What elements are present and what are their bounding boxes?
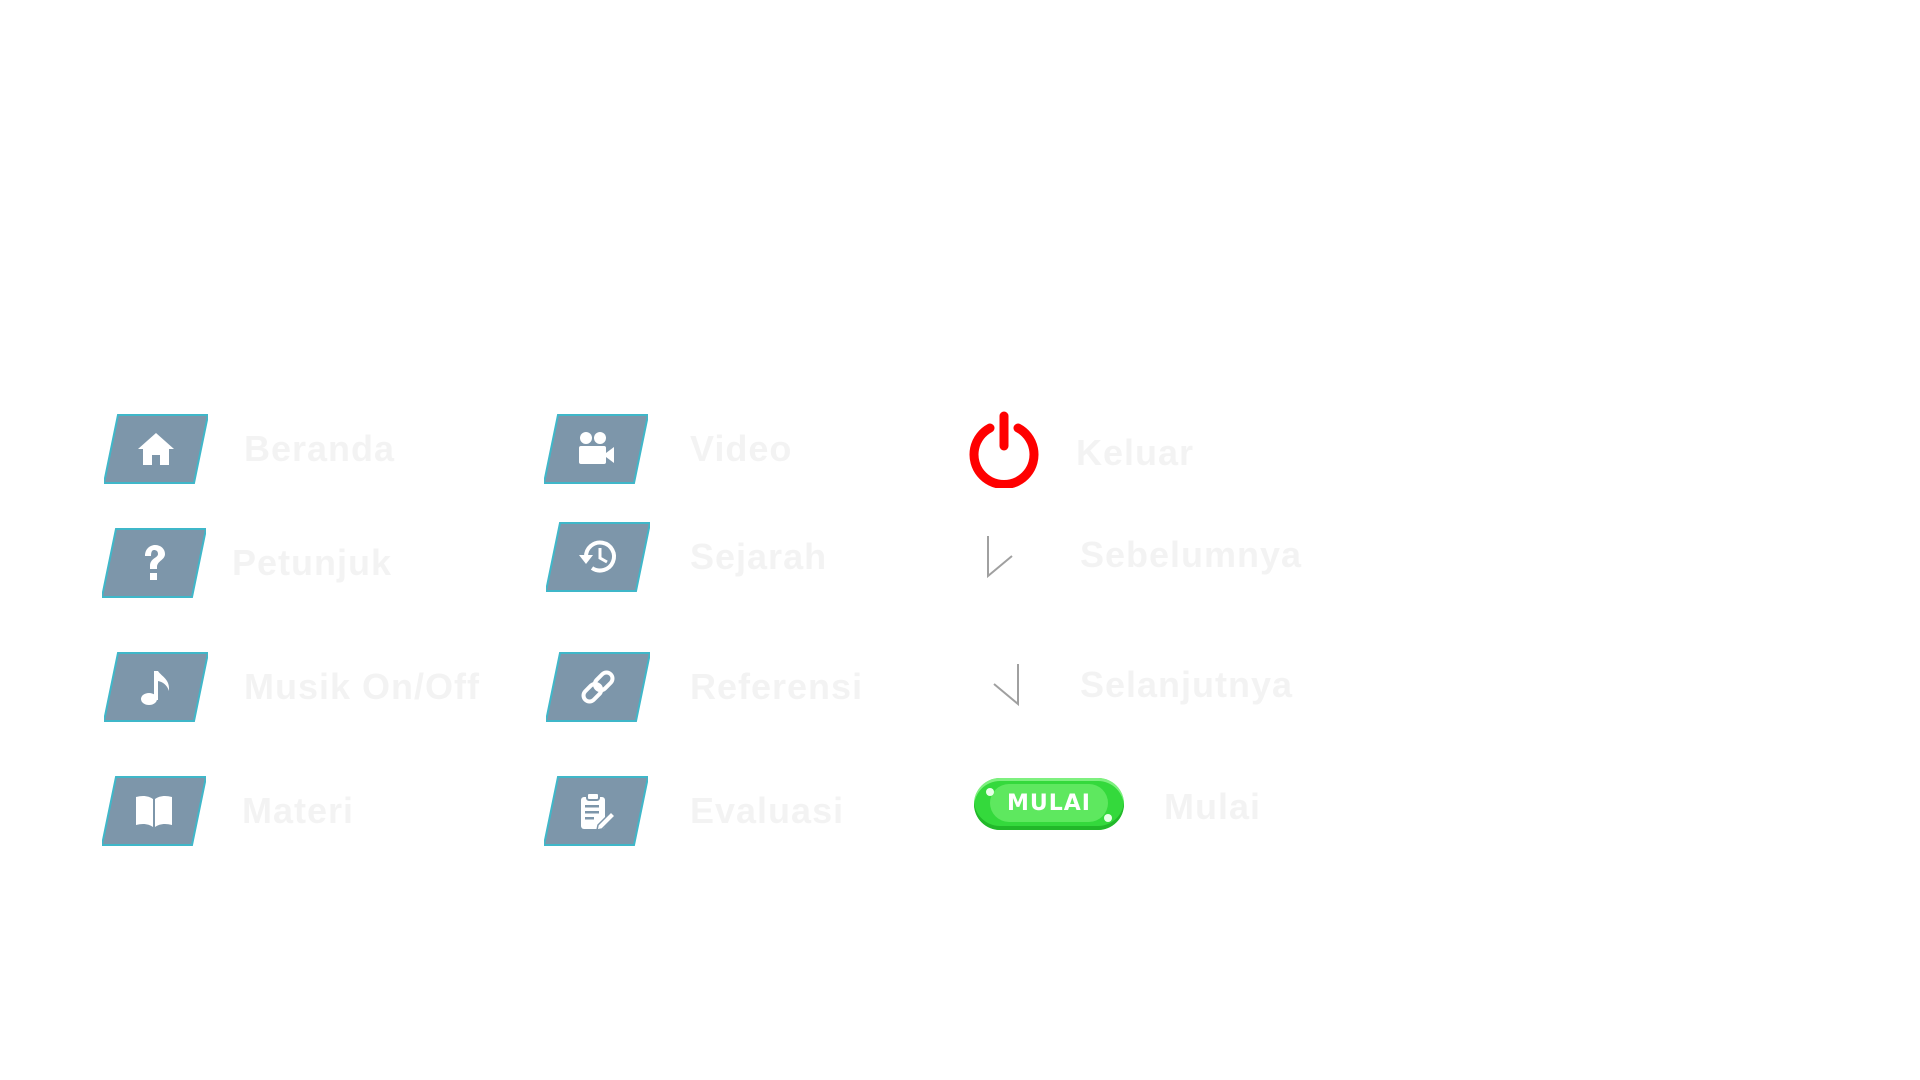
history-icon [579, 540, 616, 573]
music-label: Musik On/Off [244, 666, 480, 707]
legend-row-previous: Sebelumnya [984, 530, 1404, 590]
book-label: Materi [242, 790, 355, 831]
legend-row-exit: Keluar [966, 410, 1366, 490]
link-button[interactable] [546, 652, 650, 722]
help-label: Petunjuk [232, 542, 393, 583]
next-label: Selanjutnya [1080, 664, 1294, 705]
arrow-right-icon[interactable] [984, 658, 1024, 708]
music-icon [141, 671, 170, 705]
book-icon [136, 795, 172, 827]
home-button[interactable] [104, 414, 208, 484]
video-camera-icon [579, 432, 614, 464]
history-label: Sejarah [690, 536, 828, 577]
exit-label: Keluar [1076, 432, 1195, 473]
link-icon [581, 670, 615, 704]
arrow-left-icon[interactable] [984, 530, 1024, 580]
video-label: Video [690, 428, 793, 469]
help-icon [145, 545, 165, 580]
evaluation-button[interactable] [544, 776, 648, 846]
clipboard-edit-icon [581, 792, 616, 831]
video-button[interactable] [544, 414, 648, 484]
mulai-button-label: MULAI [1007, 791, 1091, 816]
legend-row-next: Selanjutnya [984, 658, 1424, 718]
navigation-legend: Beranda Petunjuk Musik On/Off Materi Vid… [0, 0, 1920, 1080]
link-label: Referensi [690, 666, 864, 707]
book-button[interactable] [102, 776, 206, 846]
home-label: Beranda [244, 428, 396, 469]
mulai-button[interactable]: MULAI [974, 778, 1124, 830]
home-icon [138, 433, 174, 465]
previous-label: Sebelumnya [1080, 534, 1303, 575]
music-toggle-button[interactable] [104, 652, 208, 722]
start-label: Mulai [1164, 786, 1262, 827]
evaluation-label: Evaluasi [690, 790, 845, 831]
power-icon[interactable] [966, 410, 1042, 488]
history-button[interactable] [546, 522, 650, 592]
help-button[interactable] [102, 528, 206, 598]
